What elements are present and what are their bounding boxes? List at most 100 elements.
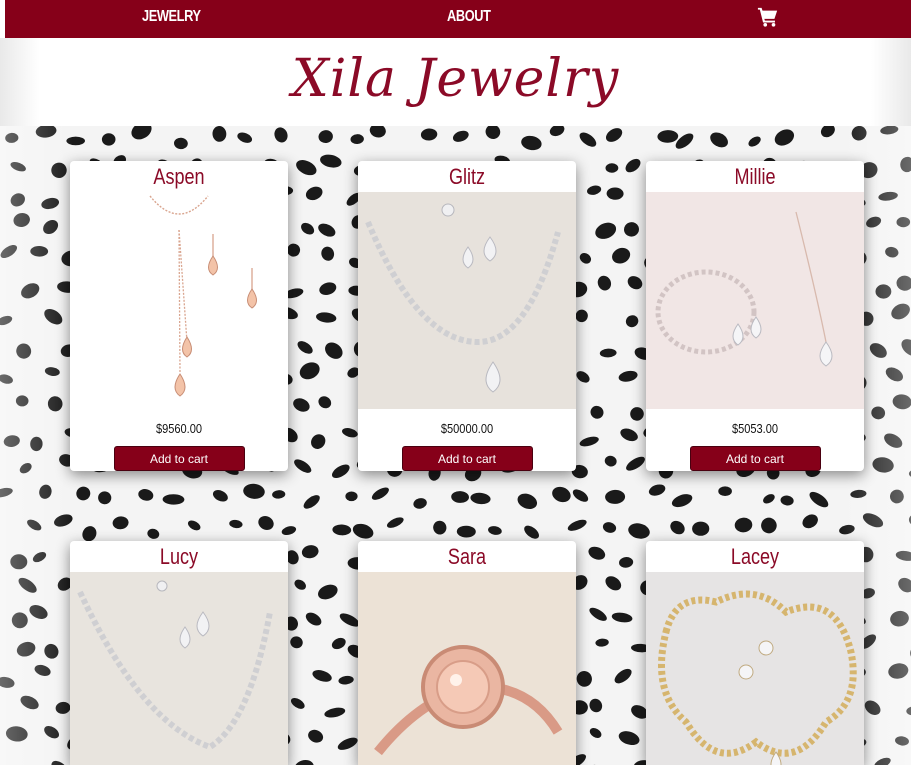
background-spot: [35, 126, 57, 138]
background-spot: [19, 463, 32, 474]
product-name[interactable]: Lacey: [666, 541, 845, 572]
background-spot: [305, 186, 323, 201]
shopping-cart-icon[interactable]: [757, 6, 779, 28]
product-name[interactable]: Lucy: [90, 541, 269, 572]
background-spot: [670, 520, 685, 535]
product-name[interactable]: Glitz: [378, 161, 557, 192]
background-spot: [297, 341, 313, 354]
background-spot: [576, 671, 592, 687]
background-spot: [597, 275, 612, 291]
background-spot: [331, 464, 350, 479]
background-spot: [874, 757, 891, 765]
background-spot: [413, 498, 427, 509]
background-spot: [599, 348, 617, 358]
background-spot: [318, 396, 332, 409]
brand-logo-text[interactable]: Xila Jewelry: [0, 44, 911, 114]
background-spot: [884, 433, 903, 448]
background-spot: [895, 550, 911, 561]
background-spot: [0, 244, 18, 259]
background-spot: [763, 494, 775, 504]
product-name[interactable]: Millie: [666, 161, 845, 192]
background-spot: [628, 523, 650, 539]
background-spot: [456, 525, 476, 538]
background-spot: [485, 126, 501, 139]
background-spot: [567, 519, 587, 531]
background-spot: [470, 492, 491, 505]
background-spot: [16, 343, 32, 359]
background-spot: [624, 222, 639, 237]
background-spot: [318, 130, 333, 144]
background-spot: [321, 246, 335, 261]
background-spot: [131, 126, 152, 140]
background-spot: [47, 396, 63, 412]
background-spot: [780, 495, 794, 506]
background-spot: [872, 457, 894, 473]
background-spot: [521, 135, 542, 151]
millie-jewelry-set-image[interactable]: [646, 192, 864, 409]
nav-jewelry-link[interactable]: Jewelry: [142, 8, 201, 26]
background-spot: [900, 156, 911, 173]
background-spot: [885, 367, 903, 382]
product-card-sara: Sara: [358, 541, 576, 765]
background-spot: [452, 130, 469, 142]
background-spot: [371, 487, 389, 500]
background-spot: [864, 700, 881, 715]
background-spot: [605, 489, 626, 504]
background-spot: [98, 491, 112, 505]
background-spot: [187, 520, 201, 531]
background-spot: [595, 222, 617, 239]
top-navbar: Jewelry About: [5, 0, 911, 38]
background-spot: [820, 126, 835, 138]
background-spot: [294, 579, 306, 590]
background-spot: [625, 158, 641, 173]
background-spot: [901, 339, 911, 357]
background-spot: [579, 252, 592, 264]
background-spot: [589, 607, 607, 621]
background-spot: [303, 495, 320, 509]
background-spot: [692, 521, 710, 536]
background-spot: [885, 246, 899, 258]
product-card-lucy: Lucy: [70, 541, 288, 765]
background-spot: [21, 283, 40, 299]
background-spot: [878, 191, 898, 201]
nav-about-link[interactable]: About: [447, 8, 491, 26]
background-spot: [572, 489, 589, 502]
background-spot: [590, 405, 604, 419]
aspen-necklace-image[interactable]: [70, 192, 288, 409]
background-spot: [552, 486, 571, 503]
sara-ring-image[interactable]: [358, 572, 576, 765]
product-card-millie: Millie $5053.00 Add to cart: [646, 161, 864, 471]
background-spot: [229, 519, 243, 529]
lucy-necklace-image[interactable]: [70, 572, 288, 765]
background-spot: [54, 514, 73, 527]
background-spot: [890, 610, 909, 627]
background-spot: [5, 132, 19, 143]
glitz-necklace-image[interactable]: [358, 192, 576, 409]
background-spot: [774, 129, 795, 146]
background-spot: [851, 126, 867, 141]
add-to-cart-button[interactable]: Add to cart: [689, 446, 821, 471]
background-spot: [620, 428, 638, 442]
background-spot: [338, 675, 354, 685]
add-to-cart-button[interactable]: Add to cart: [401, 446, 533, 471]
background-spot: [112, 516, 129, 530]
background-spot: [44, 643, 59, 659]
background-spot: [147, 528, 160, 539]
site-header: Xila Jewelry: [0, 38, 911, 126]
background-spot: [850, 489, 867, 498]
background-spot: [27, 519, 42, 531]
product-name[interactable]: Aspen: [90, 161, 269, 192]
background-spot: [41, 197, 60, 210]
background-spot: [301, 222, 315, 235]
background-spot: [895, 736, 909, 746]
product-name[interactable]: Sara: [378, 541, 557, 572]
add-to-cart-button[interactable]: Add to cart: [113, 446, 245, 471]
background-spot: [898, 577, 911, 593]
background-spot: [517, 493, 538, 509]
background-spot: [20, 695, 39, 710]
background-spot: [331, 637, 346, 650]
background-spot: [802, 514, 818, 529]
lacey-necklace-image[interactable]: [646, 572, 864, 765]
background-spot: [888, 663, 909, 679]
background-spot: [589, 698, 603, 713]
